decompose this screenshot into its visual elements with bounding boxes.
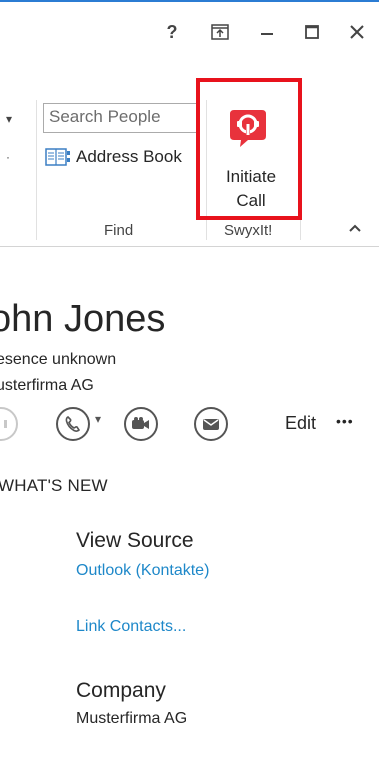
ribbon-display-options-button[interactable]	[206, 18, 234, 46]
minimize-icon	[261, 33, 273, 35]
view-source-link[interactable]: Outlook (Kontakte)	[76, 562, 209, 580]
help-button[interactable]: ?	[158, 18, 186, 46]
find-group-label: Find	[104, 222, 134, 239]
address-book-label: Address Book	[76, 147, 182, 166]
title-bar: ?	[0, 2, 379, 64]
initiate-call-label-line1: Initiate	[225, 167, 277, 186]
phone-icon	[65, 416, 81, 432]
link-contacts-link[interactable]: Link Contacts...	[76, 618, 186, 636]
edit-button[interactable]: Edit	[285, 413, 316, 434]
address-book-button[interactable]: Address Book	[44, 145, 182, 169]
company-label: Company	[76, 679, 166, 702]
contact-company-line: usterfirma AG	[0, 377, 94, 394]
chevron-up-icon	[349, 224, 361, 232]
more-options-button[interactable]: •••	[336, 413, 354, 429]
minimize-button[interactable]	[253, 18, 281, 46]
call-button[interactable]	[56, 407, 90, 441]
mail-icon	[203, 419, 219, 430]
search-people-input[interactable]: Search People	[43, 103, 198, 133]
maximize-icon	[305, 25, 319, 39]
video-camera-icon	[132, 417, 149, 429]
collapse-ribbon-button[interactable]	[348, 220, 362, 238]
presence-status: esence unknown	[0, 351, 117, 368]
company-value: Musterfirma AG	[76, 710, 188, 727]
ribbon-display-icon	[211, 24, 229, 40]
address-book-icon	[45, 148, 70, 166]
swyxit-group-label: SwyxIt!	[224, 222, 273, 239]
email-button[interactable]	[194, 407, 228, 441]
initiate-call-label-line2: Call	[236, 191, 266, 210]
contact-name: ohn Jones	[0, 298, 166, 340]
contact-actions: ▾ Edit •••	[0, 400, 379, 448]
ribbon-divider	[0, 246, 379, 247]
view-source-label: View Source	[76, 529, 194, 552]
section-whats-new[interactable]: WHAT'S NEW	[0, 476, 108, 496]
maximize-button[interactable]	[298, 18, 326, 46]
close-icon	[350, 25, 364, 39]
close-button[interactable]	[343, 18, 371, 46]
video-call-button[interactable]	[124, 407, 158, 441]
call-options-chevron-down-icon[interactable]: ▾	[95, 412, 101, 426]
ribbon-dropdown-arrow[interactable]: ▾	[6, 112, 12, 126]
chat-icon	[4, 420, 7, 428]
ribbon-item-cutoff: ·	[6, 150, 10, 164]
im-button[interactable]	[0, 407, 18, 441]
swyxit-phone-icon	[230, 110, 266, 147]
ribbon-separator	[36, 100, 37, 240]
